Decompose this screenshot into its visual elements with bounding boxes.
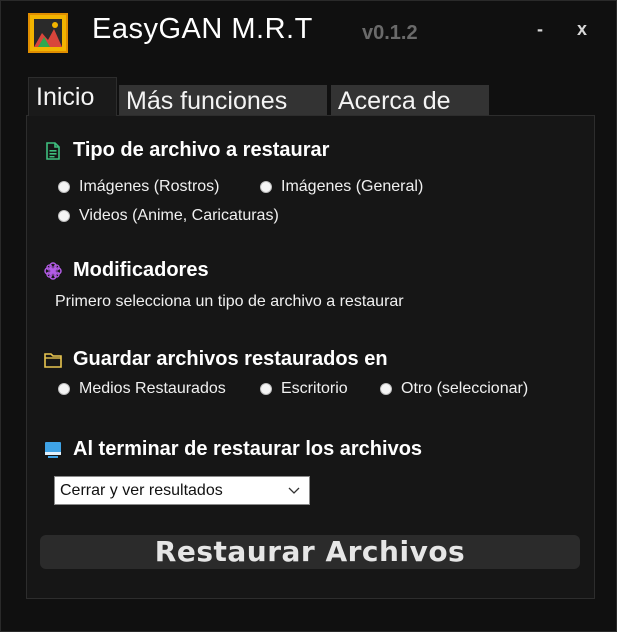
app-window: EasyGAN M.R.T v0.1.2 - x Inicio Más func… [0, 0, 617, 632]
radio-label: Otro (seleccionar) [401, 380, 529, 397]
app-title: EasyGAN M.R.T [92, 13, 313, 45]
radio-videos[interactable]: Videos (Anime, Caricaturas) [58, 207, 279, 225]
tab-acerca-de[interactable]: Acerca de [331, 85, 489, 116]
radio-button-icon [58, 383, 70, 395]
tab-mas-funciones[interactable]: Más funciones [119, 85, 327, 116]
modifiers-hint: Primero selecciona un tipo de archivo a … [55, 293, 404, 310]
file-type-title: Tipo de archivo a restaurar [73, 139, 330, 161]
radio-label: Imágenes (General) [281, 178, 424, 195]
radio-button-icon [380, 383, 392, 395]
radio-button-icon [58, 181, 70, 193]
restore-files-button[interactable]: Restaurar Archivos [40, 535, 580, 569]
select-value: Cerrar y ver resultados [60, 482, 223, 499]
document-icon [44, 142, 62, 160]
on-finish-title: Al terminar de restaurar los archivos [73, 438, 423, 460]
radio-imagenes-rostros[interactable]: Imágenes (Rostros) [58, 178, 220, 196]
folder-icon [44, 351, 62, 369]
close-button[interactable]: x [570, 17, 594, 41]
radio-label: Imágenes (Rostros) [79, 178, 220, 195]
radio-label: Medios Restaurados [79, 380, 226, 397]
chevron-down-icon [287, 477, 301, 504]
radio-escritorio[interactable]: Escritorio [260, 380, 348, 398]
monitor-icon [44, 441, 62, 459]
minimize-button[interactable]: - [528, 17, 552, 41]
tab-inicio[interactable]: Inicio [28, 77, 117, 116]
radio-button-icon [260, 383, 272, 395]
flower-icon [44, 262, 62, 280]
image-frame-logo-icon [28, 13, 68, 53]
on-finish-select[interactable]: Cerrar y ver resultados [54, 476, 310, 505]
modifiers-title: Modificadores [73, 259, 209, 281]
radio-medios-restaurados[interactable]: Medios Restaurados [58, 380, 226, 398]
radio-label: Escritorio [281, 380, 348, 397]
radio-button-icon [260, 181, 272, 193]
radio-button-icon [58, 210, 70, 222]
radio-label: Videos (Anime, Caricaturas) [79, 207, 279, 224]
app-version: v0.1.2 [362, 22, 418, 44]
save-location-title: Guardar archivos restaurados en [73, 348, 388, 370]
radio-imagenes-general[interactable]: Imágenes (General) [260, 178, 423, 196]
radio-otro[interactable]: Otro (seleccionar) [380, 380, 528, 398]
